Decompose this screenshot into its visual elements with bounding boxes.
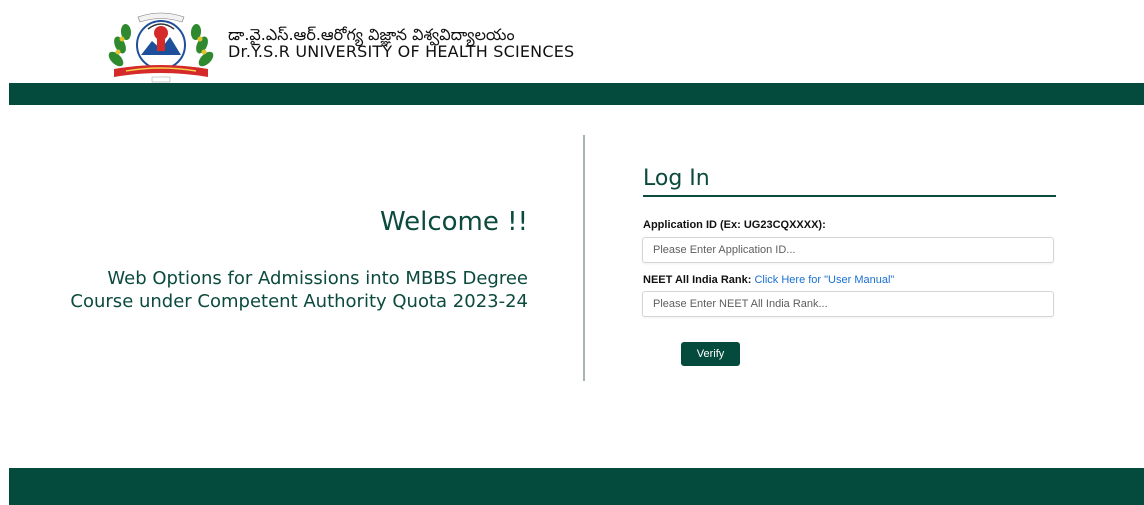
user-manual-link[interactable]: Click Here for "User Manual" bbox=[754, 274, 894, 286]
top-nav-bar bbox=[9, 83, 1144, 105]
neet-rank-label: NEET All India Rank: bbox=[643, 274, 752, 286]
application-id-label: Application ID (Ex: UG23CQXXXX): bbox=[643, 219, 826, 231]
login-title: Log In bbox=[643, 166, 710, 191]
login-title-underline bbox=[643, 195, 1056, 197]
neet-rank-label-row: NEET All India Rank: Click Here for "Use… bbox=[643, 274, 894, 286]
neet-rank-input[interactable] bbox=[642, 291, 1054, 317]
footer-bar bbox=[9, 468, 1144, 505]
university-name-english: Dr.Y.S.R UNIVERSITY OF HEALTH SCIENCES bbox=[228, 42, 575, 61]
university-emblem-icon bbox=[108, 12, 214, 83]
vertical-divider bbox=[583, 135, 585, 381]
verify-button[interactable]: Verify bbox=[681, 342, 740, 366]
application-id-input[interactable] bbox=[642, 237, 1054, 263]
admission-subtitle: Web Options for Admissions into MBBS Deg… bbox=[70, 268, 528, 312]
welcome-heading: Welcome !! bbox=[379, 207, 528, 237]
site-header: డా.వై.ఎస్.ఆర్.ఆరోగ్య విజ్ఞాన విశ్వవిద్యా… bbox=[0, 0, 1144, 83]
